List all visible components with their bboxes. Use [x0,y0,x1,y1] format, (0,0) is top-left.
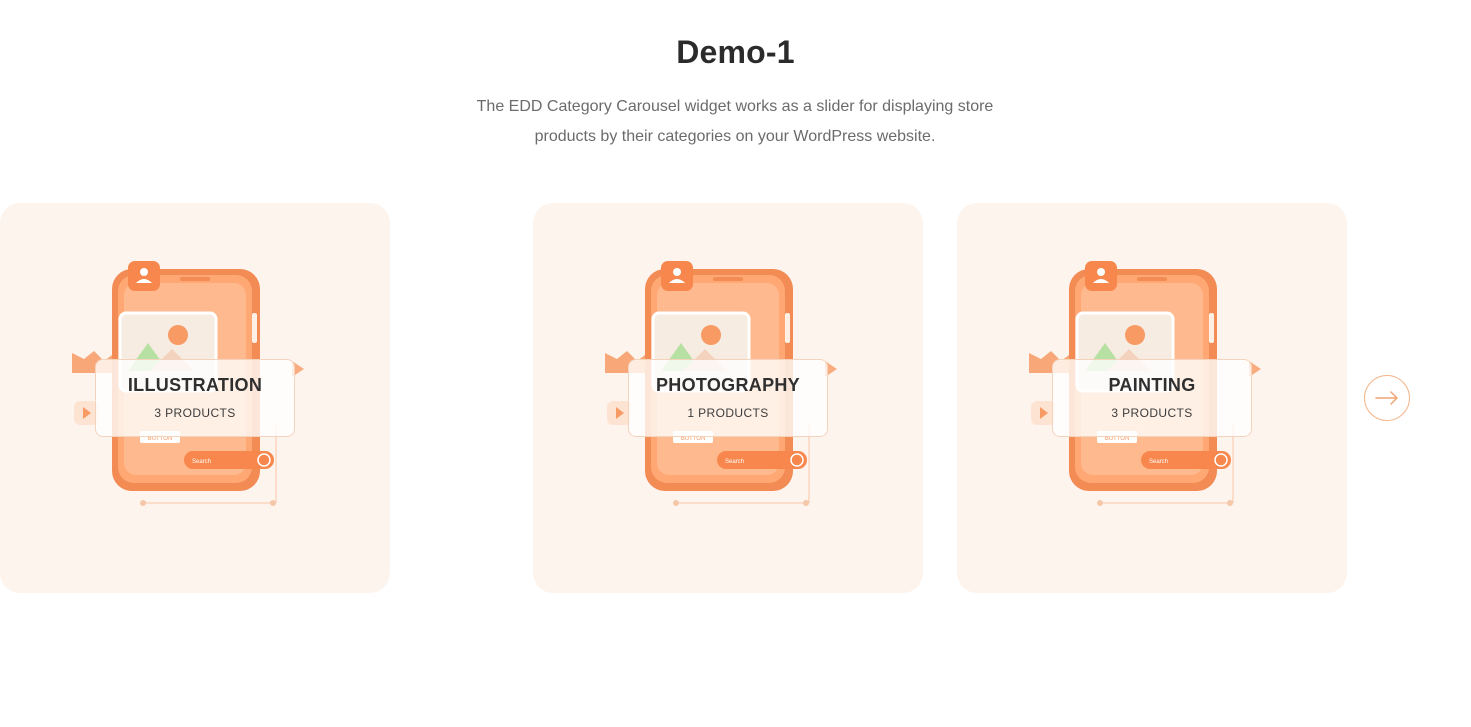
category-label-box[interactable]: ILLUSTRATION 3 PRODUCTS [95,359,295,437]
category-product-count: 3 PRODUCTS [96,406,294,420]
category-card-painting[interactable]: BUTTON Search PAINTING 3 PRODUCTS [957,203,1347,593]
description-line-1: The EDD Category Carousel widget works a… [476,98,994,115]
category-title[interactable]: PAINTING [1053,375,1251,396]
description-line-2: products by their categories on your Wor… [534,128,936,145]
category-title[interactable]: ILLUSTRATION [96,375,294,396]
category-product-count: 3 PRODUCTS [1053,406,1251,420]
product-count-value: 1 [687,406,695,420]
mockup-search-text: Search [1149,459,1168,465]
section-description: The EDD Category Carousel widget works a… [435,92,1035,152]
category-product-count: 1 PRODUCTS [629,406,827,420]
mockup-search-text: Search [725,459,744,465]
mockup-search-text: Search [192,459,211,465]
category-label-box[interactable]: PHOTOGRAPHY 1 PRODUCTS [628,359,828,437]
section-title: Demo-1 [676,34,795,70]
product-count-suffix: PRODUCTS [165,406,236,420]
category-carousel: BUTTON Search PHOTOGRAPHY 1 PRODUCTS BUT… [0,203,1471,595]
carousel-next-button[interactable] [1364,375,1410,421]
product-count-suffix: PRODUCTS [1122,406,1193,420]
product-count-value: 3 [154,406,162,420]
product-count-suffix: PRODUCTS [698,406,769,420]
category-title[interactable]: PHOTOGRAPHY [629,375,827,396]
category-card-illustration[interactable]: BUTTON Search ILLUSTRATION 3 PRODUCTS [0,203,390,593]
category-label-box[interactable]: PAINTING 3 PRODUCTS [1052,359,1252,437]
arrow-right-icon [1375,391,1398,405]
category-card-photography[interactable]: BUTTON Search PHOTOGRAPHY 1 PRODUCTS [533,203,923,593]
product-count-value: 3 [1111,406,1119,420]
